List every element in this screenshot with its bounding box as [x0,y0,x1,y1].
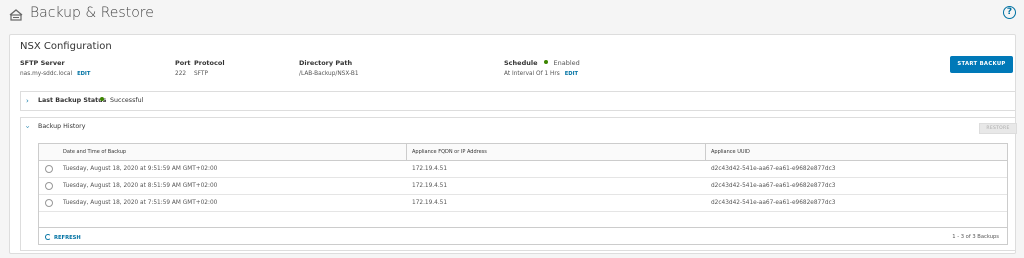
chevron-right-icon[interactable]: › [26,97,29,105]
page-header: Backup & Restore ? [0,0,1024,28]
row-date: Tuesday, August 18, 2020 at 9:51:59 AM G… [63,166,218,172]
pagination-text: 1 - 3 of 3 Backups [952,234,999,240]
row-select-radio[interactable] [45,199,53,207]
backup-history-label: Backup History [38,123,86,130]
sftp-server-value: nas.my-sddc.local EDIT [20,71,90,77]
row-ip: 172.19.4.51 [412,166,448,172]
sftp-edit-link[interactable]: EDIT [77,71,90,77]
directory-path-label: Directory Path [299,59,353,67]
directory-path-value: /LAB-Backup/NSX-B1 [299,71,359,77]
row-uuid: d2c43d42-541e-aa67-ea61-e9682e877dc3 [711,183,836,189]
last-backup-status-text: Successful [110,97,144,104]
column-header-date[interactable]: Date and Time of Backup [63,149,126,155]
row-date: Tuesday, August 18, 2020 at 8:51:59 AM G… [63,183,218,189]
column-header-uuid[interactable]: Appliance UUID [711,149,750,155]
enabled-status-icon [543,60,548,64]
backup-restore-icon [9,9,23,21]
sftp-server-text: nas.my-sddc.local [20,71,73,77]
last-backup-status: Successful [94,97,143,104]
backup-history-grid: Date and Time of Backup Appliance FQDN o… [38,143,1008,245]
port-value: 222 [175,71,187,77]
row-uuid: d2c43d42-541e-aa67-ea61-e9682e877dc3 [711,166,836,172]
column-divider [406,144,407,161]
grid-footer: REFRESH 1 - 3 of 3 Backups [39,227,1007,244]
protocol-label: Protocol [194,59,225,67]
schedule-label-text: Schedule [504,59,538,67]
grid-header: Date and Time of Backup Appliance FQDN o… [39,144,1007,161]
success-status-icon [100,97,104,101]
row-uuid: d2c43d42-541e-aa67-ea61-e9682e877dc3 [711,200,836,206]
refresh-label: REFRESH [54,235,81,241]
schedule-edit-link[interactable]: EDIT [565,71,578,77]
protocol-value: SFTP [194,71,208,77]
sftp-server-label: SFTP Server [20,59,65,67]
table-row[interactable]: Tuesday, August 18, 2020 at 9:51:59 AM G… [39,161,1007,178]
refresh-icon[interactable] [45,234,51,240]
table-row[interactable]: Tuesday, August 18, 2020 at 7:51:59 AM G… [39,195,1007,212]
port-label: Port [175,59,191,67]
last-backup-status-panel: › Last Backup Status Successful [20,91,1016,111]
row-select-radio[interactable] [45,165,53,173]
column-divider [705,144,706,161]
restore-button[interactable]: RESTORE [979,123,1017,134]
card-title: NSX Configuration [20,41,112,52]
schedule-label: Schedule Enabled [504,59,580,67]
backup-history-header[interactable]: › Backup History [21,118,1015,136]
refresh-button[interactable]: REFRESH [45,234,81,241]
nsx-configuration-card: NSX Configuration SFTP Server nas.my-sdd… [9,34,1017,254]
schedule-status: Enabled [553,59,580,67]
backup-history-panel: › Backup History RESTORE Date and Time o… [20,117,1017,251]
chevron-down-icon[interactable]: › [23,126,31,129]
last-backup-status-header[interactable]: › Last Backup Status Successful [21,92,1015,110]
table-row[interactable]: Tuesday, August 18, 2020 at 8:51:59 AM G… [39,178,1007,195]
row-date: Tuesday, August 18, 2020 at 7:51:59 AM G… [63,200,218,206]
row-ip: 172.19.4.51 [412,183,448,189]
help-icon[interactable]: ? [1003,6,1016,19]
start-backup-button[interactable]: START BACKUP [950,56,1013,73]
row-select-radio[interactable] [45,182,53,190]
row-ip: 172.19.4.51 [412,200,448,206]
column-header-ip[interactable]: Appliance FQDN or IP Address [412,149,487,155]
schedule-value: At Interval Of 1 Hrs EDIT [504,71,578,77]
schedule-interval: At Interval Of 1 Hrs [504,71,560,77]
page-title: Backup & Restore [30,5,154,21]
